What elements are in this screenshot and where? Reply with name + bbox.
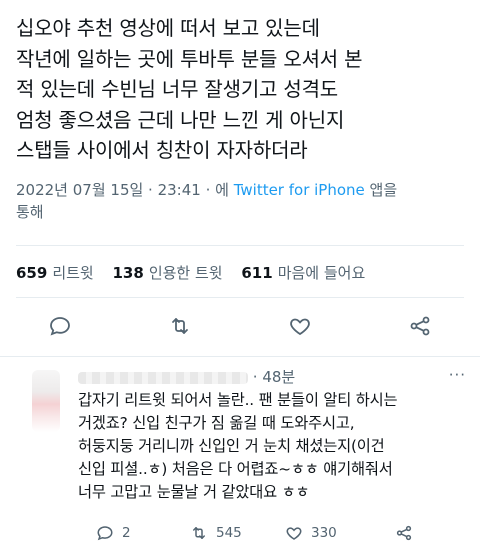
reply-icon[interactable] — [48, 314, 74, 340]
tweet-actions — [0, 306, 480, 346]
like-icon — [286, 527, 302, 540]
avatar[interactable] — [32, 370, 60, 432]
retweets-stat[interactable]: 659 리트윗 — [16, 264, 94, 282]
reply-retweet-count: 545 — [216, 525, 242, 541]
divider — [16, 245, 464, 246]
reply-like-button[interactable]: 330 — [285, 524, 337, 542]
reply-separator — [0, 356, 480, 357]
reply-header: · 48분 — [78, 366, 295, 387]
reply-icon — [97, 526, 113, 541]
likes-count: 611 — [241, 264, 273, 282]
reply-like-count: 330 — [311, 525, 337, 541]
quotes-label: 인용한 트윗 — [148, 264, 223, 282]
likes-label: 마음에 들어요 — [277, 264, 366, 282]
quotes-count: 138 — [112, 264, 144, 282]
reply-reply-count: 2 — [122, 525, 131, 541]
tweet-meta: 2022년 07월 15일 · 23:41 · 에 Twitter for iP… — [16, 179, 456, 223]
reply-share-button[interactable] — [395, 524, 421, 542]
like-icon[interactable] — [288, 314, 314, 340]
tweet-datetime[interactable]: 2022년 07월 15일 · 23:41 · 에 — [16, 181, 234, 199]
blurred-username[interactable] — [78, 371, 248, 384]
retweets-count: 659 — [16, 264, 48, 282]
tweet-stats: 659 리트윗 138 인용한 트윗 611 마음에 들어요 — [16, 262, 379, 283]
reply-actions: 2 545 330 — [0, 522, 480, 550]
tweet-source-line2: 통해 — [16, 203, 44, 221]
quotes-stat[interactable]: 138 인용한 트윗 — [113, 264, 223, 282]
reply-time[interactable]: · 48분 — [253, 368, 295, 386]
share-icon — [396, 525, 412, 541]
tweet-source-link[interactable]: Twitter for iPhone — [234, 181, 365, 199]
retweets-label: 리트윗 — [52, 264, 94, 282]
likes-stat[interactable]: 611 마음에 들어요 — [241, 264, 365, 282]
reply-retweet-button[interactable]: 545 — [190, 524, 242, 542]
reply-text: 갑자기 리트윗 되어서 놀란.. 팬 분들이 알티 하시는 거겠죠? 신입 친구… — [78, 391, 398, 501]
retweet-icon — [193, 527, 205, 539]
reply-reply-button[interactable]: 2 — [96, 524, 131, 542]
share-icon[interactable] — [408, 314, 434, 340]
tweet-text: 십오야 추천 영상에 떠서 보고 있는데 작년에 일하는 곳에 투바투 분들 오… — [16, 16, 363, 162]
divider — [16, 297, 464, 298]
tweet-source-suffix: 앱을 — [364, 181, 398, 199]
more-icon[interactable]: ··· — [449, 366, 466, 384]
retweet-icon[interactable] — [168, 314, 194, 340]
